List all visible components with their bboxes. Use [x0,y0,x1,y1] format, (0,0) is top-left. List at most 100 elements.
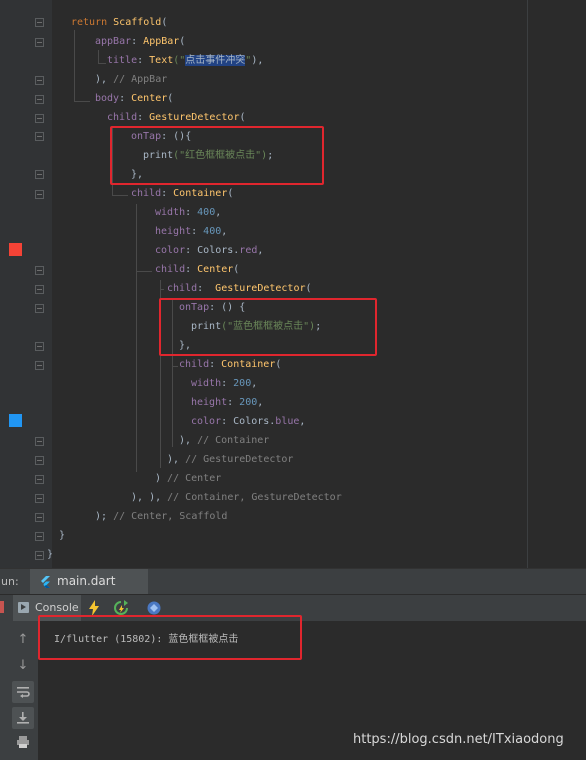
indent-guide [74,101,90,102]
code-line[interactable]: return Scaffold( [71,16,167,30]
code-token: // Center, Scaffold [113,511,228,522]
code-token: width [191,378,222,389]
console-sidebar: ↑ ↓ [0,621,38,760]
code-line[interactable]: height: 200, [191,396,263,410]
code-token: Container [221,359,276,370]
fold-marker-icon[interactable] [35,170,44,179]
code-token: color [155,245,186,256]
code-line[interactable]: color: Colors.red, [155,244,263,258]
fold-marker-icon[interactable] [35,76,44,85]
code-line[interactable]: ); // Center, Scaffold [95,510,227,524]
code-token: : [131,36,144,47]
code-token: : [197,283,216,294]
code-token: ); [95,511,114,522]
code-line[interactable]: ), ), // Container, GestureDetector [131,491,342,505]
code-line[interactable]: ) // Center [155,472,221,486]
run-tab-main-dart[interactable]: main.dart [30,569,148,594]
code-line[interactable]: appBar: AppBar( [95,35,185,49]
code-line[interactable]: child: GestureDetector( [167,282,312,296]
code-token: 400 [203,226,222,237]
code-token: ), [131,492,150,503]
fold-marker-icon[interactable] [35,114,44,123]
code-line[interactable]: } [47,548,53,562]
stop-icon[interactable] [0,601,4,613]
code-token: child [155,264,186,275]
code-line[interactable]: width: 400, [155,206,221,220]
fold-marker-icon[interactable] [35,266,44,275]
scroll-down-icon[interactable]: ↓ [14,657,32,675]
code-token: GestureDetector [215,283,306,294]
code-token: , [257,245,264,256]
code-line[interactable]: child: Center( [155,263,239,277]
code-line[interactable]: color: Colors.blue, [191,415,305,429]
hot-reload-icon[interactable] [88,600,100,616]
scroll-to-end-icon [17,712,29,724]
code-token: 400 [197,207,216,218]
code-token: ), [167,454,186,465]
code-token: // Container, GestureDetector [167,492,342,503]
code-token: : [185,207,198,218]
code-token: } [59,530,66,541]
highlight-box-console [38,615,302,660]
fold-marker-icon[interactable] [35,95,44,104]
red-color-swatch-icon[interactable] [9,243,22,256]
fold-marker-icon[interactable] [35,551,44,560]
code-token: ( [305,283,312,294]
indent-guide [98,50,99,64]
code-line[interactable]: height: 400, [155,225,227,239]
code-token: : [161,188,174,199]
code-token: (" [173,55,186,66]
code-token: // AppBar [113,74,168,85]
fold-marker-icon[interactable] [35,494,44,503]
scroll-to-end-button[interactable] [12,707,34,729]
code-token: ), [149,492,168,503]
code-line[interactable]: child: Container( [179,358,281,372]
code-line[interactable]: } [59,529,65,543]
code-line[interactable]: ), // AppBar [95,73,167,87]
code-token: : Colors. [185,245,240,256]
code-line[interactable]: width: 200, [191,377,257,391]
code-token: } [47,549,54,560]
blue-color-swatch-icon[interactable] [9,414,22,427]
fold-marker-icon[interactable] [35,190,44,199]
code-token: : [119,93,132,104]
fold-marker-icon[interactable] [35,285,44,294]
code-token: , [215,207,222,218]
fold-marker-icon[interactable] [35,361,44,370]
code-line[interactable]: child: GestureDetector( [107,111,246,125]
code-token: : [191,226,204,237]
code-token: Center [197,264,234,275]
code-token: red [239,245,258,256]
fold-marker-icon[interactable] [35,456,44,465]
fold-marker-icon[interactable] [35,437,44,446]
code-token: GestureDetector [149,112,240,123]
code-token: // Center [167,473,222,484]
fold-marker-icon[interactable] [35,342,44,351]
devtools-icon[interactable] [146,600,162,616]
fold-marker-icon[interactable] [35,475,44,484]
indent-guide [112,195,128,196]
code-line[interactable]: child: Container( [131,187,233,201]
fold-marker-icon[interactable] [35,532,44,541]
code-token: child [107,112,138,123]
fold-marker-icon[interactable] [35,304,44,313]
fold-marker-icon[interactable] [35,513,44,522]
scroll-up-icon[interactable]: ↑ [14,631,32,649]
code-line[interactable]: title: Text("点击事件冲突"), [107,54,263,68]
code-token: ) [155,473,168,484]
code-line[interactable]: body: Center( [95,92,173,106]
fold-marker-icon[interactable] [35,38,44,47]
fold-marker-icon[interactable] [35,132,44,141]
code-line[interactable]: ), // GestureDetector [167,453,293,467]
print-icon[interactable] [16,735,30,749]
code-token: ( [239,112,246,123]
code-token: , [221,226,228,237]
console-tab-label: Console [35,601,79,614]
fold-marker-icon[interactable] [35,18,44,27]
hot-restart-icon[interactable] [113,600,129,616]
code-line[interactable]: ), // Container [179,434,269,448]
soft-wrap-button[interactable] [12,681,34,703]
code-token: Center [131,93,168,104]
right-margin-guide [527,0,528,568]
run-tool-bar: un: main.dart [0,568,586,595]
